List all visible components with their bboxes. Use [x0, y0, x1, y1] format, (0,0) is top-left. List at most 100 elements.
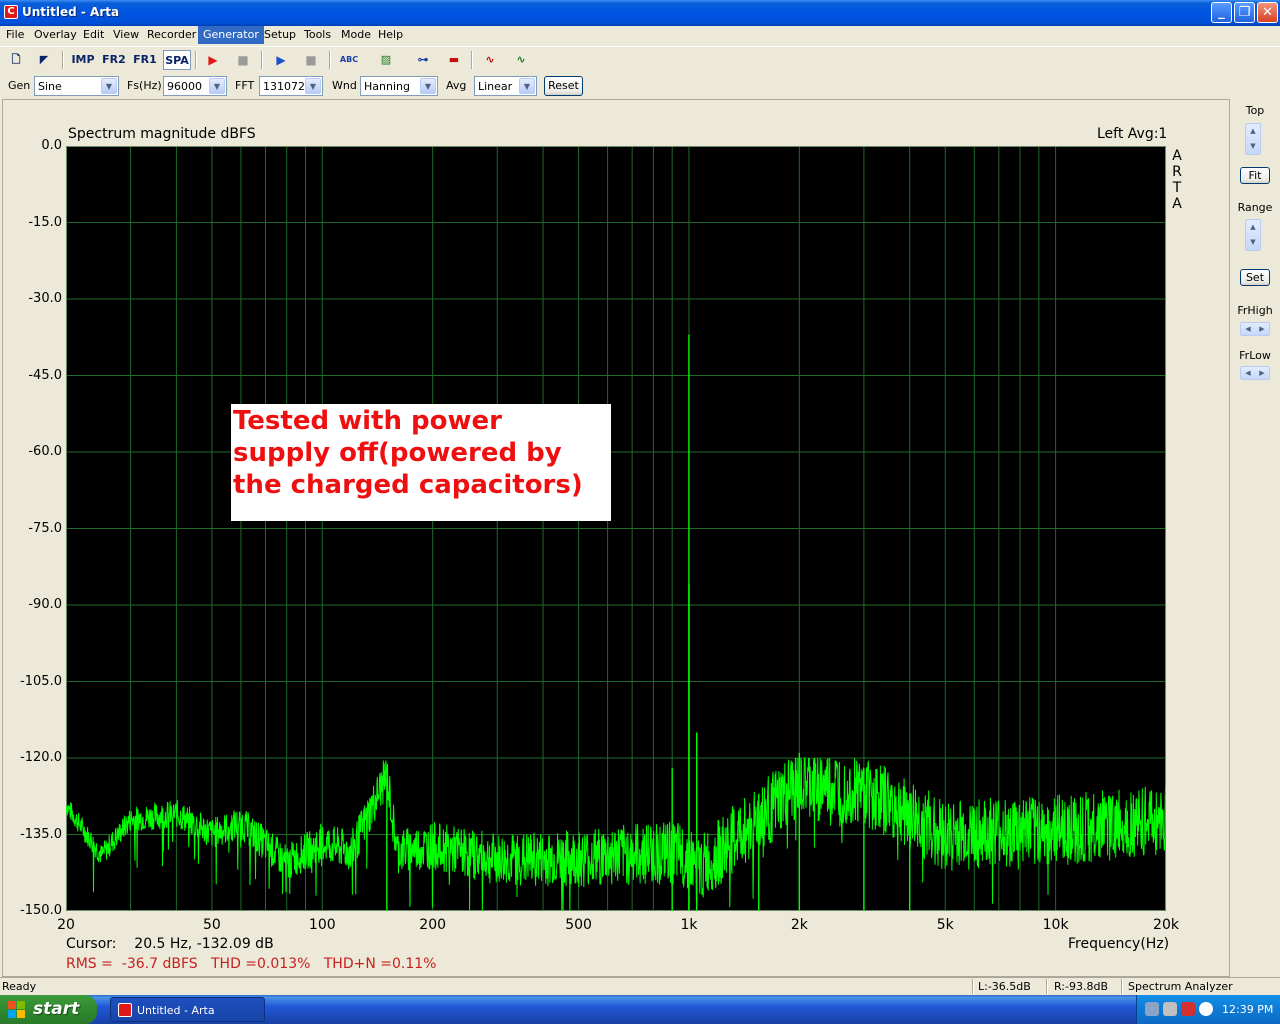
taskbar-item-label: Untitled - Arta	[137, 1004, 215, 1017]
x-tick-label: 10k	[1042, 917, 1069, 933]
fr2-mode-button[interactable]: FR2	[101, 50, 127, 70]
status-bar: Ready L:-36.5dB R:-93.8dB Spectrum Analy…	[0, 977, 1280, 995]
shield-icon[interactable]	[1181, 1002, 1195, 1016]
open-file-icon[interactable]: ◤	[33, 50, 55, 70]
taskbar-item-arta[interactable]: Untitled - Arta	[110, 997, 265, 1022]
arta-icon	[118, 1003, 132, 1017]
toolbar-separator	[195, 51, 197, 69]
menu-edit[interactable]: Edit	[78, 26, 109, 44]
menu-setup[interactable]: Setup	[259, 26, 301, 44]
x-tick-label: 50	[202, 917, 221, 933]
chevron-down-icon[interactable]: ▼	[101, 78, 117, 94]
chevron-down-icon[interactable]: ▼	[1246, 139, 1260, 154]
network-icon[interactable]	[1145, 1002, 1159, 1016]
menu-tools[interactable]: Tools	[299, 26, 336, 44]
start-button[interactable]: start	[0, 995, 97, 1024]
chevron-up-icon[interactable]: ▲	[1246, 124, 1260, 139]
fft-select[interactable]: 131072 ▼	[259, 76, 323, 96]
x-tick-label: 500	[565, 917, 592, 933]
fft-label: FFT	[235, 79, 255, 92]
y-tick-label: -45.0	[28, 367, 62, 383]
reset-button[interactable]: Reset	[544, 76, 583, 96]
plot-title: Spectrum magnitude dBFS	[68, 126, 256, 142]
right-panel: Top ▲ ▼ Fit Range ▲ ▼ Set FrHigh ◀ ▶ FrLow …	[1232, 99, 1280, 977]
play-icon[interactable]: ▶	[270, 50, 292, 70]
sine-icon[interactable]: ∿	[479, 50, 501, 70]
wnd-select[interactable]: Hanning ▼	[360, 76, 438, 96]
frhigh-label: FrHigh	[1237, 304, 1273, 317]
chevron-down-icon[interactable]: ▼	[1246, 235, 1260, 250]
fs-select[interactable]: 96000 ▼	[163, 76, 227, 96]
frlow-spinner[interactable]: ◀ ▶	[1240, 366, 1270, 380]
record-icon[interactable]: ▶	[202, 50, 224, 70]
menu-overlay[interactable]: Overlay	[29, 26, 82, 44]
chevron-down-icon[interactable]: ▼	[209, 78, 225, 94]
fr1-mode-button[interactable]: FR1	[132, 50, 158, 70]
chevron-up-icon[interactable]: ▲	[1246, 220, 1260, 235]
x-tick-label: 200	[419, 917, 447, 933]
menu-mode[interactable]: Mode	[336, 26, 376, 44]
x-tick-label: 20k	[1153, 917, 1179, 933]
new-file-icon[interactable]: 🗋	[5, 50, 27, 70]
fit-button[interactable]: Fit	[1240, 167, 1270, 184]
chevron-right-icon[interactable]: ▶	[1255, 367, 1269, 379]
chevron-right-icon[interactable]: ▶	[1255, 323, 1269, 335]
right-level: R:-93.8dB	[1054, 980, 1109, 993]
menu-view[interactable]: View	[108, 26, 144, 44]
left-level: L:-36.5dB	[978, 980, 1031, 993]
wnd-value: Hanning	[364, 80, 410, 93]
y-tick-label: -75.0	[28, 520, 62, 536]
grid-icon[interactable]: ▨	[375, 50, 397, 70]
volume-icon[interactable]	[1163, 1002, 1177, 1016]
chevron-left-icon[interactable]: ◀	[1241, 367, 1255, 379]
gen-select[interactable]: Sine ▼	[34, 76, 119, 96]
generator-row: Gen Sine ▼ Fs(Hz) 96000 ▼ FFT 131072 ▼ W…	[0, 73, 1280, 98]
top-spinner[interactable]: ▲ ▼	[1245, 123, 1261, 155]
menu-file[interactable]: File	[1, 26, 29, 44]
minimize-button[interactable]: _	[1211, 2, 1232, 23]
set-button[interactable]: Set	[1240, 269, 1270, 286]
slider-icon[interactable]: ⊶	[412, 50, 434, 70]
menu-generator[interactable]: Generator	[198, 26, 264, 44]
avg-select[interactable]: Linear ▼	[474, 76, 537, 96]
range-spinner[interactable]: ▲ ▼	[1245, 219, 1261, 251]
x-tick-label: 2k	[790, 917, 808, 933]
avg-value: Linear	[478, 80, 513, 93]
arta-icon[interactable]: C	[4, 5, 18, 19]
y-tick-label: -30.0	[28, 291, 62, 306]
frhigh-spinner[interactable]: ◀ ▶	[1240, 322, 1270, 336]
menu-help[interactable]: Help	[373, 26, 408, 44]
clock: 12:39 PM	[1222, 1003, 1274, 1016]
menu-bar: File Overlay Edit View Recorder Generato…	[0, 26, 1280, 44]
start-label: start	[33, 999, 80, 1019]
restore-button[interactable]: ❐	[1234, 2, 1255, 23]
toolbar-separator	[471, 51, 473, 69]
scope-icon[interactable]: ∿	[510, 50, 532, 70]
gen-value: Sine	[38, 80, 62, 93]
spectrum-plot[interactable]	[66, 146, 1166, 911]
spa-mode-button[interactable]: SPA	[163, 50, 191, 70]
x-tick-label: 1k	[680, 917, 698, 933]
chevron-left-icon[interactable]: ◀	[1241, 323, 1255, 335]
status-separator	[1121, 979, 1123, 994]
close-button[interactable]: ✕	[1257, 2, 1278, 23]
imp-mode-button[interactable]: IMP	[70, 50, 96, 70]
status-separator	[972, 979, 974, 994]
antivirus-icon[interactable]	[1199, 1002, 1213, 1016]
stop-play-icon[interactable]: ■	[300, 50, 322, 70]
arta-window: C Untitled - Arta _ ❐ ✕ File Overlay Edi…	[0, 0, 1280, 1024]
x-axis-title: Frequency(Hz)	[1068, 936, 1170, 952]
wnd-label: Wnd	[332, 79, 357, 92]
fs-value: 96000	[167, 80, 202, 93]
y-tick-label: -105.0	[20, 673, 62, 689]
menu-recorder[interactable]: Recorder	[142, 26, 201, 44]
colors-icon[interactable]: ▬	[443, 50, 465, 70]
stop-icon[interactable]: ■	[232, 50, 254, 70]
abc-icon[interactable]: ABC	[338, 50, 360, 70]
cursor-readout: Cursor: 20.5 Hz, -132.09 dB	[66, 936, 274, 952]
chevron-down-icon[interactable]: ▼	[420, 78, 436, 94]
y-tick-label: -120.0	[20, 750, 62, 765]
chevron-down-icon[interactable]: ▼	[305, 78, 321, 94]
stats-readout: RMS = -36.7 dBFS THD =0.013% THD+N =0.11…	[66, 956, 437, 972]
chevron-down-icon[interactable]: ▼	[519, 78, 535, 94]
